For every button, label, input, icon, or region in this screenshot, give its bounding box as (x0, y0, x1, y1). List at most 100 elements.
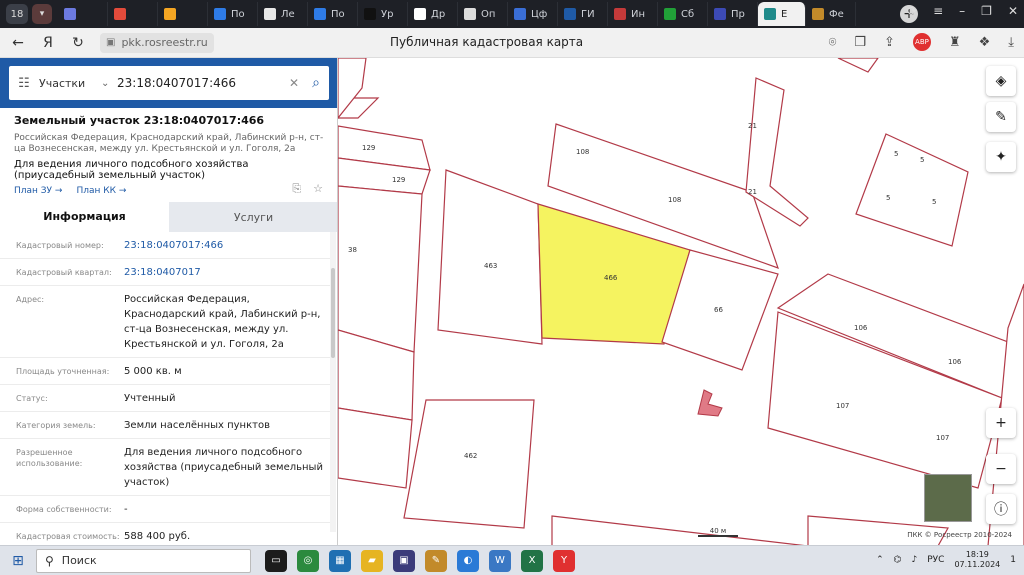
bookmark-icon[interactable]: ❒ (854, 35, 866, 50)
tab-favicon-icon (214, 8, 226, 20)
parcel-label-38: 38 (348, 246, 357, 254)
browser-tab[interactable]: Е (758, 2, 806, 26)
tab-label: ГИ (581, 8, 595, 20)
excel-icon[interactable]: X (521, 549, 543, 572)
search-input[interactable]: 23:18:0407017:466 (117, 76, 285, 90)
info-row-value[interactable]: 23:18:0407017:466 (124, 238, 330, 253)
browser-tab[interactable]: Ле (258, 2, 308, 26)
browser-tab[interactable]: Цф (508, 2, 558, 26)
volume-icon[interactable]: ♪ (912, 555, 918, 565)
map-canvas[interactable]: 129 129 38 108 108 21 21 5 5 5 5 463 466… (338, 58, 1024, 545)
info-row-value: Для ведения личного подсобного хозяйства… (124, 447, 323, 488)
browser-tab[interactable]: Др (408, 2, 458, 26)
store-icon[interactable]: ▦ (329, 549, 351, 572)
parcel-label-129: 129 (362, 144, 375, 152)
compass-button[interactable]: ⓘ (986, 494, 1016, 524)
tab-services[interactable]: Услуги (169, 202, 337, 232)
download-icon[interactable]: ⤓ (1008, 35, 1014, 50)
clear-icon[interactable]: ✕ (285, 76, 303, 90)
tab-label: Е (781, 8, 788, 20)
taskbar-search-input[interactable]: ⚲ Поиск (36, 548, 251, 573)
browser-tab[interactable] (58, 2, 108, 26)
edge-icon[interactable]: ◐ (457, 549, 479, 572)
map-attribution: ПКК © Росреестр 2010-2024 (907, 531, 1012, 539)
info-row: Форма собственности: - (0, 496, 330, 523)
url-text: pkk.rosreestr.ru (121, 36, 208, 49)
info-row-value[interactable]: 23:18:0407017 (124, 265, 330, 280)
zoom-out-button[interactable]: − (986, 454, 1016, 484)
browser-tab[interactable]: Сб (658, 2, 708, 26)
yandex-browser-icon[interactable]: Y (553, 549, 575, 572)
info-row-label: Категория земель: (16, 421, 96, 430)
browser-tab[interactable]: Оп (458, 2, 508, 26)
browser-tab[interactable] (158, 2, 208, 26)
info-row: Адрес: Российская Федерация, Краснодарски… (0, 286, 330, 358)
taskview-icon[interactable]: ▭ (265, 549, 287, 572)
parcel-label-21: 21 (748, 188, 757, 196)
tab-label: Пр (731, 8, 745, 20)
chevron-down-icon[interactable]: ⌄ (101, 78, 117, 89)
tab-information[interactable]: Информация (0, 202, 169, 232)
star-icon[interactable]: ☆ (313, 182, 323, 196)
object-use: Для ведения личного подсобного хозяйства… (14, 159, 249, 181)
minimap[interactable] (924, 474, 972, 522)
extension-icon[interactable]: ♜ (949, 35, 961, 50)
windows-start-icon[interactable]: ⊞ (0, 553, 36, 569)
restore-button[interactable]: ❐ (981, 4, 992, 18)
info-row-label: Кадастровый квартал: (16, 268, 112, 277)
parcel-label-466: 466 (604, 274, 618, 282)
tab-label: Фе (829, 8, 844, 20)
tab-list-dropdown-icon[interactable]: ▾ (32, 4, 52, 24)
yandex-icon[interactable]: Я (36, 35, 60, 51)
search-type-select[interactable]: Участки (39, 77, 101, 90)
info-row: Категория земель: Земли населённых пункто… (0, 412, 330, 439)
tab-favicon-icon (564, 8, 576, 20)
chrome-icon[interactable]: ◎ (297, 549, 319, 572)
browser-tab[interactable]: Ур (358, 2, 408, 26)
browser-tab[interactable]: Пр (708, 2, 758, 26)
url-field[interactable]: ▣ pkk.rosreestr.ru (100, 32, 214, 53)
tab-counter-button[interactable]: 18 (6, 4, 28, 24)
parcel (855, 133, 969, 247)
language-indicator[interactable]: РУС (927, 555, 944, 565)
close-window-button[interactable]: ✕ (1008, 4, 1018, 18)
browser-tab[interactable] (108, 2, 158, 26)
location-icon[interactable]: ⌾ (829, 35, 837, 50)
copy-icon[interactable]: ⎘ (292, 182, 301, 196)
locate-button[interactable]: ✦ (986, 142, 1016, 172)
plan-kk-link[interactable]: План КК → (76, 186, 126, 196)
sync-icon[interactable]: ⟳ (907, 4, 917, 18)
search-icon[interactable]: ⌕ (303, 75, 329, 91)
clock[interactable]: 18:19 07.11.2024 (954, 550, 1000, 570)
browser-tab[interactable]: Фе (806, 2, 856, 26)
menu-icon[interactable]: ≡ (933, 4, 943, 18)
scrollbar-thumb[interactable] (331, 268, 335, 358)
back-button[interactable]: ← (6, 35, 30, 51)
menu-icon[interactable]: ☷ (9, 76, 39, 91)
tab-favicon-icon (414, 8, 426, 20)
layers-button[interactable]: ◈ (986, 66, 1016, 96)
browser-tab[interactable]: ГИ (558, 2, 608, 26)
minimize-button[interactable]: – (959, 4, 965, 18)
collections-icon[interactable]: ❖ (979, 35, 991, 50)
reload-button[interactable]: ↻ (66, 35, 90, 51)
browser-tab[interactable]: Ин (608, 2, 658, 26)
network-icon[interactable]: ⌬ (894, 555, 902, 565)
parcel-label-107: 107 (936, 434, 949, 442)
pen-app-icon[interactable]: ✎ (425, 549, 447, 572)
plan-zu-link[interactable]: План ЗУ → (14, 186, 62, 196)
notifications-badge[interactable]: 1 (1010, 555, 1016, 565)
browser-tab[interactable]: По (308, 2, 358, 26)
share-icon[interactable]: ⇪ (884, 35, 895, 50)
zoom-in-button[interactable]: + (986, 408, 1016, 438)
info-row-value: 588 400 руб. (124, 531, 191, 542)
save-app-icon[interactable]: ▣ (393, 549, 415, 572)
info-row-value: Земли населённых пунктов (124, 420, 270, 431)
file-explorer-icon[interactable]: ▰ (361, 549, 383, 572)
browser-tab[interactable]: По (208, 2, 258, 26)
info-row-value: Учтенный (124, 393, 176, 404)
adblock-icon[interactable]: ABP (912, 33, 931, 51)
chevron-up-icon[interactable]: ⌃ (876, 555, 884, 565)
measure-button[interactable]: ✎ (986, 102, 1016, 132)
word-icon[interactable]: W (489, 549, 511, 572)
